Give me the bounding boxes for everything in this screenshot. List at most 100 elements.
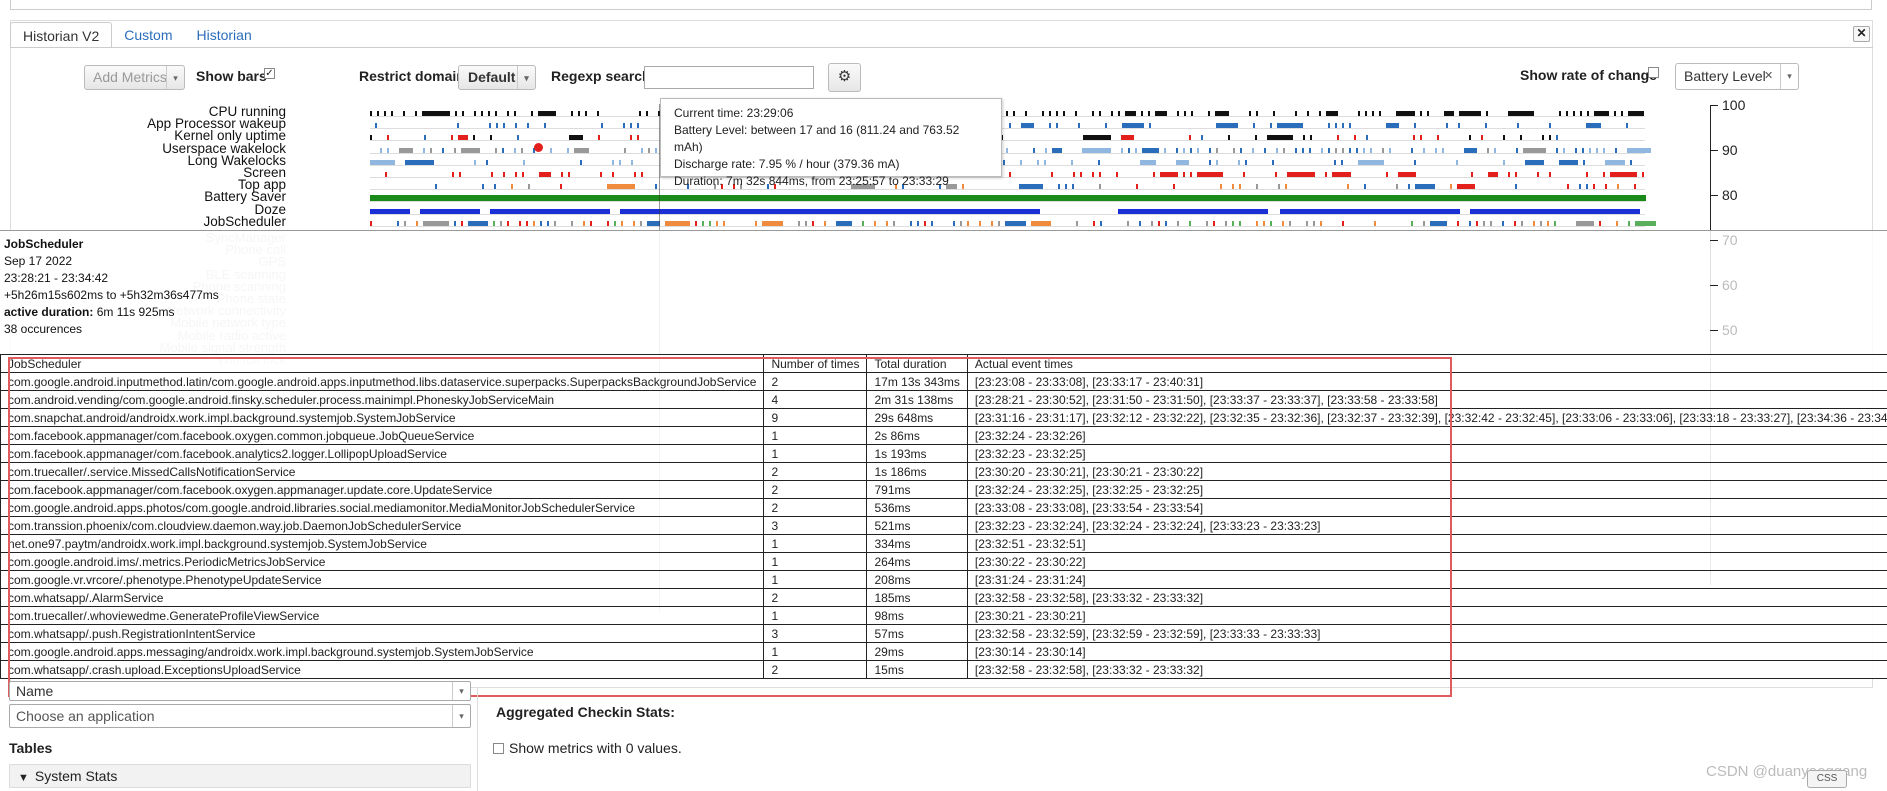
row-mark <box>1430 220 1447 226</box>
row-mark <box>1013 111 1015 116</box>
show-zero-metrics[interactable]: Show metrics with 0 values. <box>493 740 682 756</box>
triangle-down-icon: ▼ <box>18 772 29 784</box>
row-mark <box>1567 184 1569 190</box>
row-mark <box>1197 172 1223 177</box>
row-mark <box>1273 111 1275 116</box>
metric-select-value: Battery Level <box>1684 68 1766 84</box>
job-info-active: active duration: 6m 11s 925ms <box>4 304 219 321</box>
row-mark <box>1411 220 1413 226</box>
show-zero-checkbox[interactable] <box>493 743 504 754</box>
row-mark <box>1549 172 1551 177</box>
clear-icon[interactable]: ✕ <box>1764 64 1773 89</box>
row-mark <box>1045 147 1047 153</box>
row-mark <box>665 220 690 226</box>
row-mark <box>1256 220 1258 226</box>
row-mark <box>1216 147 1218 153</box>
row-mark <box>415 111 417 116</box>
row-mark <box>1335 123 1337 129</box>
top-frame <box>10 0 1872 10</box>
row-mark <box>1190 172 1192 177</box>
y-tick <box>1710 150 1718 151</box>
row-mark <box>1080 172 1082 177</box>
show-bars-label: Show bars <box>196 68 267 84</box>
row-mark <box>1583 159 1585 165</box>
row-mark <box>621 220 623 226</box>
row-mark <box>874 220 876 226</box>
row-mark <box>491 172 493 177</box>
row-mark <box>1092 172 1094 177</box>
row-mark <box>1627 147 1651 153</box>
metric-select[interactable]: Battery Level ✕ ▾ <box>1675 63 1799 90</box>
row-mark <box>1342 220 1344 226</box>
row-mark <box>422 111 450 116</box>
row-mark <box>1358 159 1384 165</box>
row-mark <box>1313 220 1315 226</box>
row-mark <box>405 159 434 165</box>
domain-select[interactable]: Default ▾ <box>458 65 536 90</box>
show-bars-checkbox[interactable]: ✓ <box>264 68 275 79</box>
row-mark <box>1458 123 1460 129</box>
row-mark <box>1374 220 1376 226</box>
row-mark <box>1319 111 1321 116</box>
settings-button[interactable]: ⚙ <box>828 63 861 92</box>
row-mark <box>1037 159 1039 165</box>
regexp-search-input[interactable] <box>644 66 814 89</box>
tab-custom[interactable]: Custom <box>112 22 184 48</box>
row-mark <box>531 111 533 116</box>
row-mark <box>1306 220 1308 226</box>
system-stats-toggle[interactable]: ▼ System Stats <box>9 764 471 788</box>
row-mark <box>1122 123 1144 129</box>
row-mark <box>709 220 711 226</box>
row-mark <box>1310 135 1312 141</box>
row-mark <box>1587 111 1589 116</box>
row-mark <box>457 123 459 129</box>
application-select[interactable]: Choose an application ▾ <box>9 704 471 728</box>
row-mark <box>805 220 807 226</box>
row-mark <box>1209 147 1211 153</box>
row-mark <box>462 111 464 116</box>
row-mark <box>648 147 650 153</box>
row-mark <box>1052 147 1062 153</box>
row-mark <box>1176 159 1189 165</box>
add-metrics-select[interactable]: Add Metrics ▾ <box>84 65 185 90</box>
row-mark <box>646 111 648 116</box>
row-mark <box>522 172 524 177</box>
row-mark <box>639 111 641 116</box>
row-mark <box>812 220 814 226</box>
tab-historian[interactable]: Historian <box>185 22 264 48</box>
row-mark <box>1634 184 1636 190</box>
row-mark <box>702 220 704 226</box>
row-mark <box>482 184 484 190</box>
row-mark <box>1502 220 1504 226</box>
row-mark <box>1272 159 1274 165</box>
corner-button[interactable]: CSS <box>1807 770 1847 788</box>
row-mark <box>1626 123 1628 129</box>
row-mark <box>1328 147 1330 153</box>
row-mark <box>1599 220 1601 226</box>
row-mark <box>1556 135 1558 141</box>
row-mark <box>1593 184 1595 190</box>
row-mark <box>1003 159 1005 165</box>
tab-divider <box>10 47 1873 48</box>
row-mark <box>1158 220 1160 226</box>
row-mark <box>1082 147 1111 153</box>
row-mark <box>1121 135 1134 141</box>
row-mark <box>1206 220 1208 226</box>
row-mark <box>468 220 488 226</box>
row-mark <box>1252 147 1254 153</box>
tab-historian-v2[interactable]: Historian V2 <box>10 22 113 48</box>
tab-bar: Historian V2 Custom Historian <box>10 22 264 48</box>
gear-icon: ⚙ <box>837 68 852 85</box>
row-mark <box>1177 111 1179 116</box>
show-rate-checkbox[interactable] <box>1648 67 1659 78</box>
row-mark <box>924 220 926 226</box>
close-icon[interactable]: ✕ <box>1853 26 1870 42</box>
row-mark <box>590 220 592 226</box>
active-duration-value: 6m 11s 925ms <box>96 305 175 319</box>
row-mark <box>385 172 387 177</box>
name-select[interactable]: Name ▾ <box>9 681 471 701</box>
row-mark <box>1616 220 1618 226</box>
regexp-search-label: Regexp search <box>551 68 651 84</box>
row-mark <box>1216 123 1238 129</box>
row-mark <box>1239 220 1241 226</box>
